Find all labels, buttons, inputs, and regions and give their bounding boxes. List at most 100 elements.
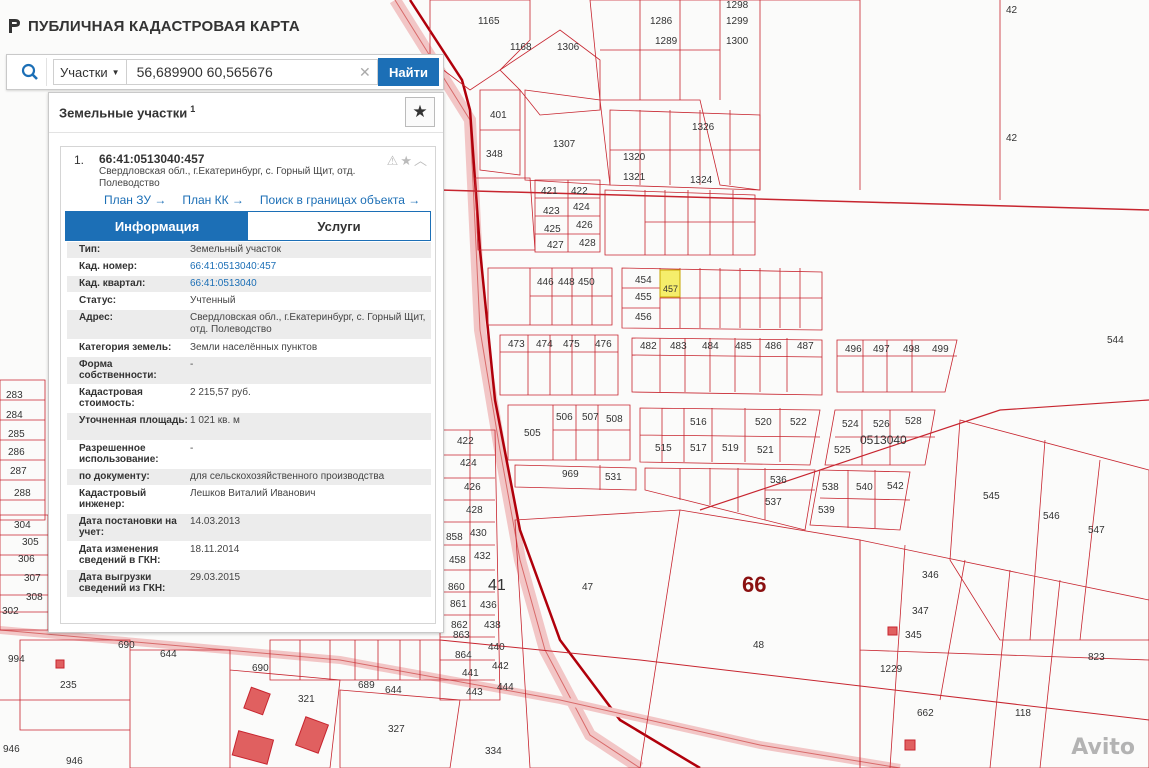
search-type-label: Участки [60, 64, 108, 80]
svg-text:690: 690 [118, 640, 135, 651]
result-links: План ЗУ → План КК → Поиск в границах объ… [104, 193, 420, 207]
property-key: по документу: [79, 471, 150, 482]
svg-text:498: 498 [903, 344, 920, 355]
svg-text:542: 542 [887, 481, 904, 492]
svg-text:287: 287 [10, 466, 27, 477]
property-key: Кадастровая стоимость: [79, 387, 143, 409]
search-type-select[interactable]: Участки ▼ [53, 59, 126, 85]
svg-text:345: 345 [905, 630, 922, 641]
cadastre-logo-icon [9, 19, 20, 33]
svg-text:1320: 1320 [623, 152, 646, 163]
property-key: Статус: [79, 295, 117, 306]
search-icon[interactable] [13, 58, 47, 86]
property-row: Категория земель: Земли населённых пункто… [67, 340, 431, 357]
svg-text:346: 346 [922, 570, 939, 581]
property-value: для сельскохозяйственного производства [190, 471, 385, 482]
find-button[interactable]: Найти [378, 58, 439, 86]
property-key: Дата изменения сведений в ГКН: [79, 544, 161, 566]
property-row: Кад. номер: 66:41:0513040:457 [67, 259, 431, 276]
svg-text:334: 334 [485, 746, 502, 757]
svg-text:428: 428 [579, 238, 596, 249]
svg-text:544: 544 [1107, 335, 1124, 346]
svg-text:486: 486 [765, 341, 782, 352]
svg-text:690: 690 [252, 663, 269, 674]
property-row: Форма собственности: - [67, 357, 431, 385]
property-row: Кад. квартал: 66:41:0513040 [67, 276, 431, 293]
svg-text:283: 283 [6, 390, 23, 401]
svg-text:1165: 1165 [478, 16, 500, 27]
result-address: Свердловская обл., г.Екатеринбург, с. Го… [99, 166, 356, 189]
svg-text:644: 644 [385, 685, 402, 696]
svg-text:507: 507 [582, 412, 599, 423]
property-key: Дата постановки на учет: [79, 516, 177, 538]
district-label: 66 [742, 572, 766, 597]
panel-header: Земельные участки 1 ★ [49, 93, 443, 133]
plan-kk-link[interactable]: План КК → [182, 193, 244, 207]
result-count: 1 [190, 104, 196, 115]
property-value: 14.03.2013 [190, 516, 241, 527]
svg-text:438: 438 [484, 620, 501, 631]
property-value[interactable]: 66:41:0513040 [190, 278, 431, 290]
tab-information[interactable]: Информация [66, 212, 248, 240]
svg-text:1299: 1299 [726, 16, 749, 27]
svg-text:427: 427 [547, 240, 564, 251]
svg-text:497: 497 [873, 344, 890, 355]
svg-text:424: 424 [460, 458, 477, 469]
property-row: Тип: Земельный участок [67, 242, 431, 259]
svg-text:235: 235 [60, 680, 77, 691]
svg-text:444: 444 [497, 682, 514, 693]
tab-services[interactable]: Услуги [248, 212, 430, 240]
svg-text:446: 446 [537, 277, 554, 288]
property-row: Разрешенное использование: - [67, 441, 431, 469]
clear-icon[interactable]: ✕ [359, 64, 371, 81]
property-value: - [190, 359, 194, 370]
svg-text:422: 422 [571, 186, 588, 197]
card-action-icons[interactable]: ⚠★︿ [387, 150, 429, 169]
svg-text:508: 508 [606, 414, 623, 425]
chevron-up-icon: ︿ [413, 153, 429, 168]
svg-text:506: 506 [556, 412, 573, 423]
svg-text:432: 432 [474, 551, 491, 562]
property-row: Дата постановки на учет: 14.03.2013 [67, 514, 431, 542]
svg-text:458: 458 [449, 555, 466, 566]
svg-text:430: 430 [470, 528, 487, 539]
property-key: Кад. номер: [79, 261, 138, 272]
svg-text:443: 443 [466, 687, 483, 698]
svg-text:327: 327 [388, 724, 405, 735]
property-value: Земли населённых пунктов [190, 342, 318, 353]
svg-text:540: 540 [856, 482, 873, 493]
star-outline-icon: ★ [400, 153, 414, 168]
result-cad-number[interactable]: 66:41:0513040:457 [99, 152, 204, 166]
svg-text:1324: 1324 [690, 175, 713, 186]
svg-text:305: 305 [22, 537, 39, 548]
svg-text:454: 454 [635, 275, 652, 286]
search-input[interactable] [125, 59, 378, 85]
svg-text:118: 118 [1015, 708, 1031, 719]
svg-text:285: 285 [8, 429, 25, 440]
properties-table: Тип: Земельный участок Кад. номер: 66:41:05… [67, 242, 431, 598]
svg-text:425: 425 [544, 224, 561, 235]
svg-text:864: 864 [455, 650, 472, 661]
svg-text:538: 538 [822, 482, 839, 493]
svg-text:422: 422 [457, 436, 474, 447]
property-key: Категория земель: [79, 342, 172, 353]
avito-watermark: Avito [1071, 735, 1135, 760]
svg-text:499: 499 [932, 344, 949, 355]
results-panel: Земельные участки 1 ★ 1. 66:41:0513040:45… [48, 92, 444, 633]
svg-text:48: 48 [753, 640, 765, 651]
search-within-bounds-link[interactable]: Поиск в границах объекта → [260, 193, 420, 207]
svg-text:306: 306 [18, 554, 35, 565]
property-value[interactable]: 66:41:0513040:457 [190, 261, 431, 273]
svg-text:474: 474 [536, 339, 553, 350]
svg-text:505: 505 [524, 428, 541, 439]
svg-text:537: 537 [765, 497, 782, 508]
svg-text:521: 521 [757, 445, 774, 456]
svg-text:484: 484 [702, 341, 719, 352]
svg-text:863: 863 [453, 630, 470, 641]
property-value: Учтенный [190, 295, 236, 306]
svg-text:525: 525 [834, 445, 851, 456]
svg-text:858: 858 [446, 532, 463, 543]
svg-text:519: 519 [722, 443, 739, 454]
plan-zu-link[interactable]: План ЗУ → [104, 193, 166, 207]
favorite-button[interactable]: ★ [405, 97, 435, 127]
